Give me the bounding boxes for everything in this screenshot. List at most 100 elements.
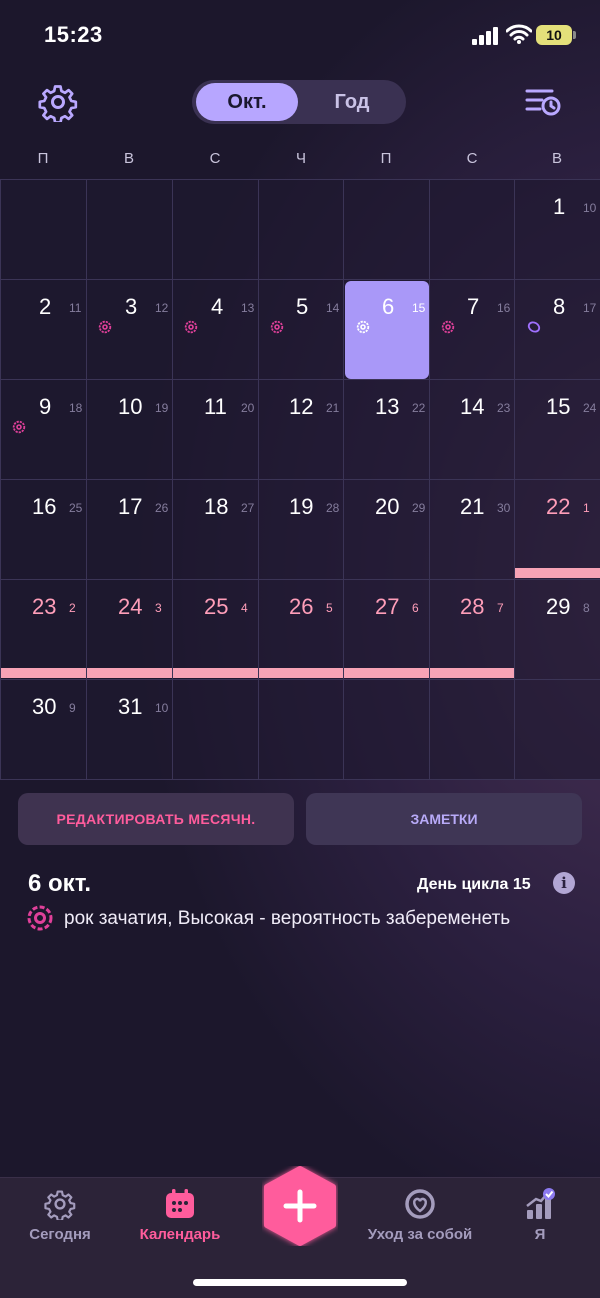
calendar-day-cell[interactable]: 31 10 bbox=[86, 679, 173, 780]
calendar-day-cell[interactable]: 23 2 bbox=[0, 579, 87, 680]
nav-me-label: Я bbox=[534, 1226, 546, 1243]
calendar-day-cell[interactable]: 1 10 bbox=[514, 179, 600, 280]
ovulation-egg-icon bbox=[527, 321, 541, 333]
fertile-flower-icon bbox=[98, 320, 112, 334]
cycle-history-icon[interactable] bbox=[524, 86, 562, 118]
calendar-empty-cell bbox=[172, 679, 259, 780]
weekday-label: П bbox=[37, 150, 49, 167]
calendar-day-cell[interactable]: 9 18 bbox=[0, 379, 87, 480]
cycle-day-number: 28 bbox=[326, 501, 340, 515]
calendar-day-cell[interactable]: 10 19 bbox=[86, 379, 173, 480]
day-number: 27 bbox=[375, 594, 400, 619]
calendar-day-cell[interactable]: 17 26 bbox=[86, 479, 173, 580]
cycle-day-number: 27 bbox=[241, 501, 255, 515]
calendar-day-cell[interactable]: 19 28 bbox=[258, 479, 344, 580]
calendar-day-cell[interactable]: 20 29 bbox=[343, 479, 430, 580]
calendar-day-cell[interactable]: 30 9 bbox=[0, 679, 87, 780]
day-number: 12 bbox=[289, 394, 314, 419]
day-number: 9 bbox=[39, 394, 52, 419]
day-number: 23 bbox=[32, 594, 57, 619]
nav-today[interactable]: Сегодня bbox=[0, 1188, 120, 1243]
calendar-day-cell[interactable]: 25 4 bbox=[172, 579, 259, 680]
nav-calendar-label: Календарь bbox=[139, 1226, 221, 1243]
calendar-empty-cell bbox=[86, 179, 173, 280]
cycle-day-number: 17 bbox=[583, 301, 597, 315]
home-indicator bbox=[193, 1279, 407, 1286]
cycle-day-number: 3 bbox=[155, 601, 162, 615]
wifi-icon bbox=[506, 24, 532, 44]
cycle-day-number: 29 bbox=[412, 501, 426, 515]
calendar-day-cell[interactable]: 21 30 bbox=[429, 479, 515, 580]
day-number: 31 bbox=[118, 694, 143, 719]
cycle-day-number: 9 bbox=[69, 701, 76, 715]
period-marker-bar bbox=[173, 668, 258, 678]
self-care-heart-icon bbox=[405, 1189, 435, 1219]
nav-self-care[interactable]: Уход за собой bbox=[360, 1188, 480, 1243]
fertile-flower-icon bbox=[12, 420, 26, 434]
calendar-day-cell[interactable]: 8 17 bbox=[514, 279, 600, 380]
cycle-day-number: 1 bbox=[583, 501, 590, 515]
cycle-day-number: 15 bbox=[412, 301, 426, 315]
day-number: 19 bbox=[289, 494, 314, 519]
day-number: 30 bbox=[32, 694, 57, 719]
calendar-day-cell[interactable]: 24 3 bbox=[86, 579, 173, 680]
period-marker-bar bbox=[515, 568, 600, 578]
cycle-day-number: 22 bbox=[412, 401, 426, 415]
cycle-day-number: 13 bbox=[241, 301, 255, 315]
calendar-empty-cell bbox=[514, 679, 600, 780]
day-number: 1 bbox=[553, 194, 566, 219]
calendar-empty-cell bbox=[343, 179, 430, 280]
calendar-empty-cell bbox=[429, 179, 515, 280]
cycle-day-number: 26 bbox=[155, 501, 169, 515]
calendar-empty-cell bbox=[172, 179, 259, 280]
calendar-day-cell[interactable]: 27 6 bbox=[343, 579, 430, 680]
day-number: 16 bbox=[32, 494, 57, 519]
calendar-empty-cell bbox=[0, 179, 87, 280]
calendar-day-cell[interactable]: 13 22 bbox=[343, 379, 430, 480]
nav-me[interactable]: Я bbox=[480, 1188, 600, 1243]
calendar-day-cell[interactable]: 5 14 bbox=[258, 279, 344, 380]
nav-calendar[interactable]: Календарь bbox=[120, 1188, 240, 1243]
calendar-day-cell[interactable]: 18 27 bbox=[172, 479, 259, 580]
settings-gear-icon[interactable] bbox=[38, 82, 78, 122]
calendar-day-cell[interactable]: 28 7 bbox=[429, 579, 515, 680]
day-number: 15 bbox=[546, 394, 571, 419]
calendar-day-cell[interactable]: 22 1 bbox=[514, 479, 600, 580]
period-marker-bar bbox=[344, 668, 429, 678]
calendar-grid: 1 10 2 11 3 12 4 13 5 14 6 15 7 16 8 17 9 18 10 19 11 20 12 21 1… bbox=[0, 179, 600, 780]
notes-button[interactable]: ЗАМЕТКИ bbox=[306, 793, 582, 845]
tab-year[interactable]: Год bbox=[302, 83, 402, 121]
calendar-empty-cell bbox=[343, 679, 430, 780]
calendar-day-cell[interactable]: 16 25 bbox=[0, 479, 87, 580]
period-marker-bar bbox=[430, 668, 514, 678]
calendar-day-cell[interactable]: 6 15 bbox=[343, 279, 430, 380]
cycle-day-number: 6 bbox=[412, 601, 419, 615]
fertile-flower-icon bbox=[441, 320, 455, 334]
stats-chart-icon bbox=[526, 1188, 555, 1219]
calendar-day-cell[interactable]: 11 20 bbox=[172, 379, 259, 480]
cycle-day-number: 5 bbox=[326, 601, 333, 615]
add-plus-button[interactable] bbox=[262, 1166, 338, 1246]
weekday-label: П bbox=[380, 150, 392, 167]
day-number: 10 bbox=[118, 394, 143, 419]
calendar-day-cell[interactable]: 29 8 bbox=[514, 579, 600, 680]
edit-period-button[interactable]: РЕДАКТИРОВАТЬ МЕСЯЧН. bbox=[18, 793, 294, 845]
calendar-day-cell[interactable]: 2 11 bbox=[0, 279, 87, 380]
calendar-day-cell[interactable]: 4 13 bbox=[172, 279, 259, 380]
info-icon[interactable]: i bbox=[553, 872, 575, 894]
weekday-label: Ч bbox=[296, 150, 306, 167]
calendar-day-cell[interactable]: 12 21 bbox=[258, 379, 344, 480]
calendar-day-cell[interactable]: 14 23 bbox=[429, 379, 515, 480]
calendar-day-cell[interactable]: 26 5 bbox=[258, 579, 344, 680]
status-time: 15:23 bbox=[44, 22, 103, 47]
tab-month[interactable]: Окт. bbox=[196, 83, 298, 121]
calendar-day-cell[interactable]: 15 24 bbox=[514, 379, 600, 480]
day-number: 3 bbox=[125, 294, 138, 319]
calendar-day-cell[interactable]: 7 16 bbox=[429, 279, 515, 380]
calendar-day-cell[interactable]: 3 12 bbox=[86, 279, 173, 380]
period-marker-bar bbox=[1, 668, 86, 678]
cycle-day-number: 7 bbox=[497, 601, 504, 615]
day-number: 25 bbox=[204, 594, 229, 619]
fertile-flower-icon bbox=[270, 320, 284, 334]
day-number: 17 bbox=[118, 494, 143, 519]
